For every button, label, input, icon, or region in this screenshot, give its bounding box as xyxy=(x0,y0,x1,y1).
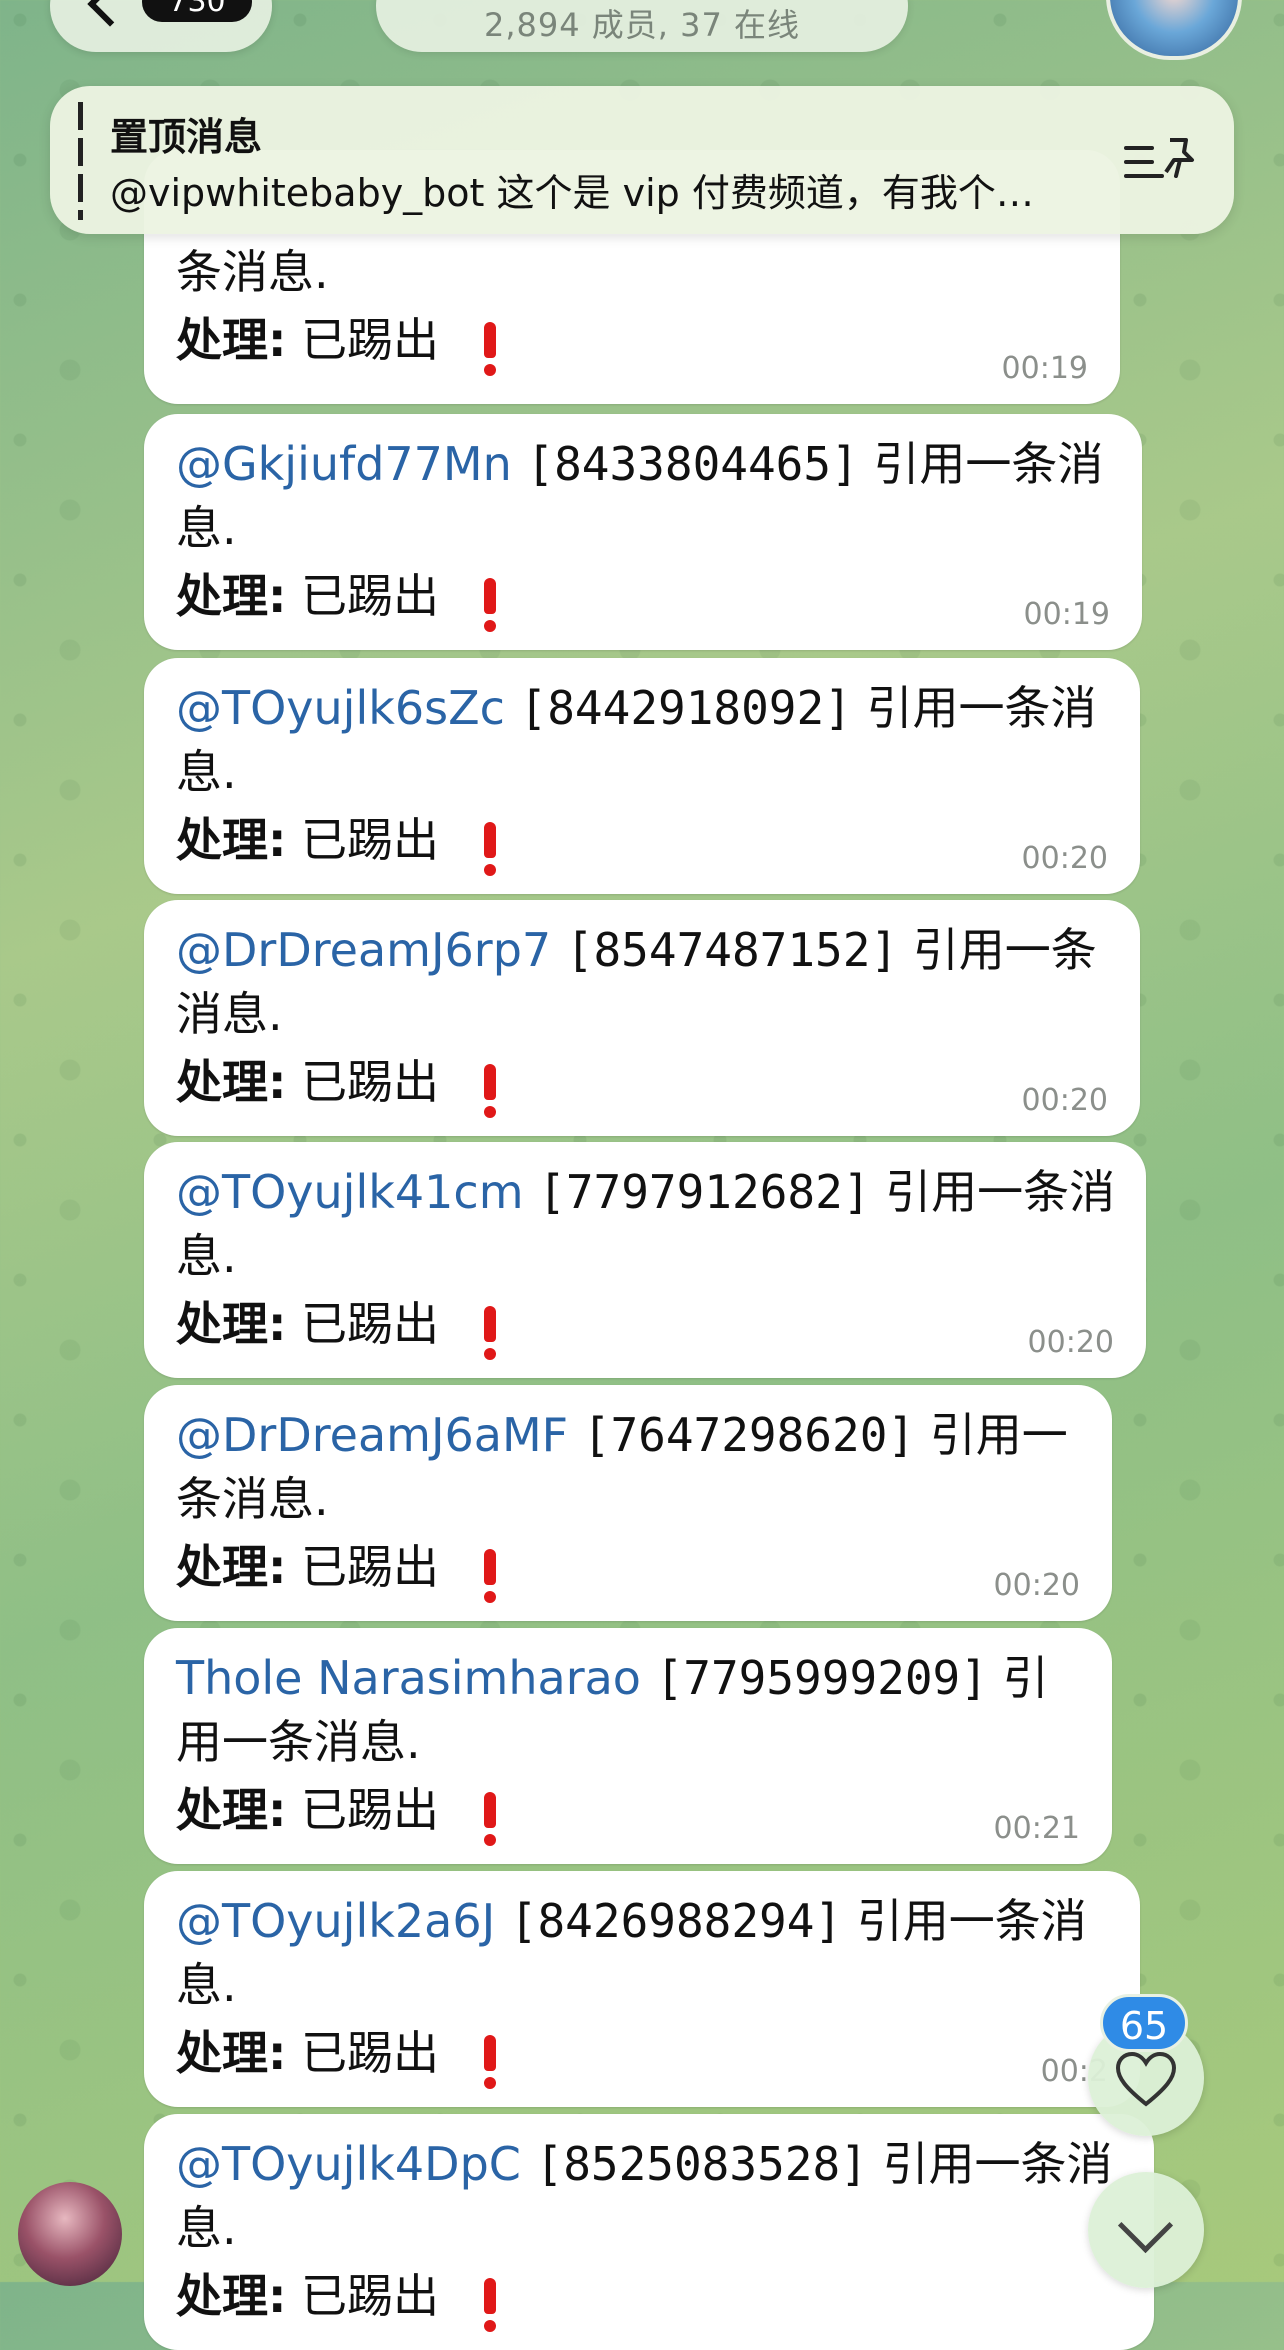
action-line: 处理: 已踢出 xyxy=(176,1292,1116,1360)
red-exclamation-icon xyxy=(483,2035,496,2089)
red-exclamation-icon xyxy=(483,578,496,632)
message-time: 00:20 xyxy=(993,1568,1080,1603)
message-time: 00:21 xyxy=(993,1811,1080,1846)
action-label: 处理: xyxy=(176,1297,287,1351)
reaction-count-badge: 65 xyxy=(1100,1994,1188,2052)
pinned-text: @vipwhitebaby_bot 这个是 vip 付费频道，有我个… xyxy=(110,171,1034,215)
user-link[interactable]: Thole Narasimharao xyxy=(176,1651,641,1705)
user-id: [8525083528] xyxy=(535,2137,868,2191)
action-value: 已踢出 xyxy=(301,1055,440,1109)
message-bubble[interactable]: @Gkjiufd77Mn [8433804465] 引用一条消息. 处理: 已踢… xyxy=(144,414,1142,650)
message-text: @TOyujlk6sZc [8442918092] 引用一条消息. xyxy=(176,676,1110,804)
red-exclamation-icon xyxy=(483,1306,496,1360)
chat-title-pill[interactable]: 2,894 成员, 37 在线 xyxy=(376,0,908,52)
message-text: @Gkjiufd77Mn [8433804465] 引用一条消息. xyxy=(176,432,1112,560)
message-bubble[interactable]: @TOyujlk6sZc [8442918092] 引用一条消息. 处理: 已踢… xyxy=(144,658,1140,894)
message-time: 00:20 xyxy=(1027,1325,1114,1360)
pinned-title: 置顶消息 xyxy=(110,115,263,159)
message-bubble[interactable]: Thole Narasimharao [7795999209] 引用一条消息. … xyxy=(144,1628,1112,1864)
action-value: 已踢出 xyxy=(301,2026,440,2080)
message-time: 00:19 xyxy=(1023,597,1110,632)
action-label: 处理: xyxy=(176,2026,287,2080)
action-line: 处理: 已踢出 xyxy=(176,808,1110,876)
message-text: @TOyujlk2a6J [8426988294] 引用一条消息. xyxy=(176,1889,1110,2017)
action-label: 处理: xyxy=(176,2269,287,2323)
scroll-down-button[interactable] xyxy=(1088,2172,1204,2288)
message-text: @TOyujlk41cm [7797912682] 引用一条消息. xyxy=(176,1160,1116,1288)
action-line: 处理: 已踢出 xyxy=(176,564,1112,632)
message-text: Thole Narasimharao [7795999209] 引用一条消息. xyxy=(176,1646,1082,1774)
action-line: 处理: 已踢出 xyxy=(176,1778,1082,1846)
action-line: 处理: 已踢出 xyxy=(176,2264,1124,2332)
quote-text: 条消息. xyxy=(176,245,329,299)
member-count: 2,894 成员, 37 在线 xyxy=(483,6,801,44)
message-time: 00:20 xyxy=(1021,1083,1108,1118)
action-label: 处理: xyxy=(176,313,287,367)
red-exclamation-icon xyxy=(483,822,496,876)
red-exclamation-icon xyxy=(483,1549,496,1603)
message-bubble[interactable]: @TOyujlk41cm [7797912682] 引用一条消息. 处理: 已踢… xyxy=(144,1142,1146,1378)
user-link[interactable]: @DrDreamJ6aMF xyxy=(176,1408,568,1462)
message-text: @DrDreamJ6aMF [7647298620] 引用一条消息. xyxy=(176,1403,1082,1531)
action-value: 已踢出 xyxy=(301,1783,440,1837)
action-value: 已踢出 xyxy=(301,313,440,367)
message-bubble[interactable]: @TOyujlk2a6J [8426988294] 引用一条消息. 处理: 已踢… xyxy=(144,1871,1140,2107)
user-link[interactable]: @TOyujlk4DpC xyxy=(176,2137,521,2191)
message-time: 00:20 xyxy=(1021,841,1108,876)
user-link[interactable]: @DrDreamJ6rp7 xyxy=(176,923,551,977)
chat-header: 730 2,894 成员, 37 在线 xyxy=(0,0,1284,80)
action-line: 处理: 已踢出 xyxy=(176,1050,1110,1118)
message-bubble[interactable]: @DrDreamJ6rp7 [8547487152] 引用一条消息. 处理: 已… xyxy=(144,900,1140,1136)
action-value: 已踢出 xyxy=(301,1297,440,1351)
heart-icon xyxy=(1116,2052,1176,2107)
chevron-down-icon xyxy=(1117,2197,1174,2254)
red-exclamation-icon xyxy=(483,1792,496,1846)
user-link[interactable]: @TOyujlk41cm xyxy=(176,1165,524,1219)
message-time: 00:19 xyxy=(1001,351,1088,386)
red-exclamation-icon xyxy=(483,1064,496,1118)
action-line: 处理: 已踢出 xyxy=(176,308,1090,376)
user-id: [7647298620] xyxy=(582,1408,916,1462)
action-value: 已踢出 xyxy=(301,813,440,867)
action-value: 已踢出 xyxy=(301,1540,440,1594)
action-label: 处理: xyxy=(176,1540,287,1594)
unread-count-badge: 730 xyxy=(142,0,252,22)
user-id: [7797912682] xyxy=(538,1165,871,1219)
user-id: [7795999209] xyxy=(655,1651,988,1705)
pinned-message-bar[interactable]: 置顶消息 @vipwhitebaby_bot 这个是 vip 付费频道，有我个… xyxy=(50,86,1234,234)
user-id: [8433804465] xyxy=(526,437,859,491)
sender-avatar[interactable] xyxy=(18,2182,122,2286)
action-value: 已踢出 xyxy=(301,2269,440,2323)
action-line: 处理: 已踢出 xyxy=(176,1535,1082,1603)
user-link[interactable]: @Gkjiufd77Mn xyxy=(176,437,512,491)
action-label: 处理: xyxy=(176,1783,287,1837)
action-label: 处理: xyxy=(176,813,287,867)
pinned-indicator xyxy=(78,102,83,220)
back-button[interactable]: 730 xyxy=(50,0,272,52)
red-exclamation-icon xyxy=(483,2278,496,2332)
message-text: @DrDreamJ6rp7 [8547487152] 引用一条消息. xyxy=(176,918,1110,1046)
message-bubble[interactable]: @DrDreamJ6aMF [7647298620] 引用一条消息. 处理: 已… xyxy=(144,1385,1112,1621)
user-id: [8547487152] xyxy=(565,923,899,977)
pin-list-icon[interactable] xyxy=(1122,132,1202,188)
action-line: 处理: 已踢出 xyxy=(176,2021,1110,2089)
user-link[interactable]: @TOyujlk2a6J xyxy=(176,1894,495,1948)
message-bubble[interactable]: @TOyujlk4DpC [8525083528] 引用一条消息. 处理: 已踢… xyxy=(144,2114,1154,2350)
action-value: 已踢出 xyxy=(301,569,440,623)
chevron-left-icon xyxy=(87,0,133,27)
user-id: [8442918092] xyxy=(519,681,852,735)
action-label: 处理: xyxy=(176,1055,287,1109)
red-exclamation-icon xyxy=(483,322,496,376)
group-avatar[interactable] xyxy=(1106,0,1242,60)
message-text: @TOyujlk4DpC [8525083528] 引用一条消息. xyxy=(176,2132,1124,2260)
user-id: [8426988294] xyxy=(509,1894,843,1948)
action-label: 处理: xyxy=(176,569,287,623)
message-text-partial: 条消息. xyxy=(176,240,1090,304)
user-link[interactable]: @TOyujlk6sZc xyxy=(176,681,505,735)
